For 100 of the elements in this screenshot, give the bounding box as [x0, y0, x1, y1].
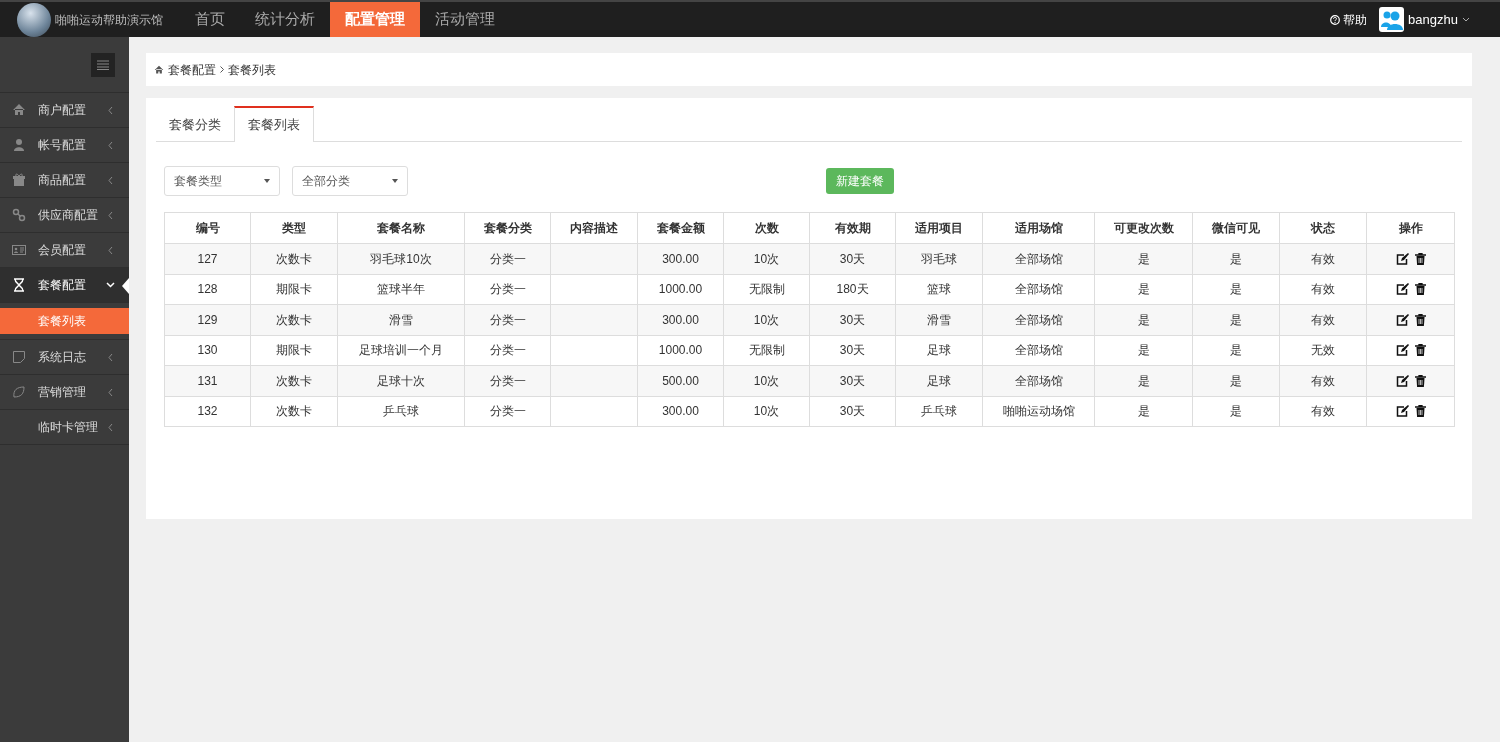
- filter-dropdown[interactable]: 套餐类型: [164, 166, 280, 196]
- table-cell: 无限制: [723, 274, 810, 305]
- site-name: 啪啪运动帮助演示馆: [55, 11, 163, 29]
- delete-button[interactable]: [1414, 374, 1426, 387]
- table-cell: 是: [1094, 335, 1193, 366]
- table-cell: 分类一: [464, 396, 551, 427]
- table-cell: 10次: [723, 304, 810, 335]
- column-header: 次数: [723, 212, 810, 244]
- table-cell: 是: [1094, 243, 1193, 274]
- filter-dropdown[interactable]: 全部分类: [292, 166, 408, 196]
- edit-icon: [1395, 283, 1409, 296]
- trash-icon: [1414, 313, 1426, 326]
- table-cell: 有效: [1279, 304, 1367, 335]
- sidebar-item[interactable]: 商品配置: [0, 163, 129, 198]
- link-icon: [12, 208, 26, 222]
- chevron-left-icon: [108, 352, 113, 362]
- table-cell: 足球: [895, 335, 983, 366]
- table-cell: 是: [1094, 304, 1193, 335]
- table-cell: 全部场馆: [982, 304, 1095, 335]
- sidebar-item[interactable]: 商户配置: [0, 93, 129, 128]
- user-icon: [12, 138, 26, 152]
- column-header: 可更改次数: [1094, 212, 1193, 244]
- table-cell: 期限卡: [250, 335, 338, 366]
- table-cell: 羽毛球10次: [337, 243, 465, 274]
- edit-button[interactable]: [1395, 405, 1409, 418]
- delete-button[interactable]: [1414, 344, 1426, 357]
- table-cell: 乒乓球: [337, 396, 465, 427]
- pointer-notch-icon: [122, 278, 129, 294]
- table-cell: 次数卡: [250, 365, 338, 396]
- sidebar-item[interactable]: 营销管理: [0, 375, 129, 410]
- table-cell: 滑雪: [337, 304, 465, 335]
- help-link[interactable]: 帮助: [1330, 2, 1368, 37]
- nav-tab[interactable]: 活动管理: [420, 2, 510, 37]
- edit-button[interactable]: [1395, 252, 1409, 265]
- menu-toggle-button[interactable]: [91, 52, 115, 77]
- delete-button[interactable]: [1414, 313, 1426, 326]
- table-cell: 羽毛球: [895, 243, 983, 274]
- table-cell: 足球十次: [337, 365, 465, 396]
- column-header: 套餐金额: [637, 212, 724, 244]
- table-cell: 129: [164, 304, 251, 335]
- edit-button[interactable]: [1395, 344, 1409, 357]
- table-cell: 篮球半年: [337, 274, 465, 305]
- table-cell: 是: [1094, 365, 1193, 396]
- chevron-left-icon: [108, 387, 113, 397]
- breadcrumb-link[interactable]: 套餐配置: [168, 60, 216, 79]
- chevron-right-icon: [220, 66, 224, 73]
- edit-icon: [1395, 374, 1409, 387]
- sidebar-item[interactable]: 临时卡管理: [0, 410, 129, 445]
- table-cell: 30天: [809, 243, 896, 274]
- table-cell: 30天: [809, 396, 896, 427]
- sidebar-item[interactable]: 套餐配置: [0, 268, 129, 303]
- table-cell: 有效: [1279, 396, 1367, 427]
- column-header: 类型: [250, 212, 338, 244]
- table-cell: 300.00: [637, 304, 724, 335]
- table-cell: 是: [1192, 396, 1280, 427]
- table-cell: 30天: [809, 304, 896, 335]
- table-cell: 啪啪运动场馆: [982, 396, 1095, 427]
- user-menu[interactable]: bangzhu: [1379, 2, 1470, 37]
- leaf-icon: [12, 385, 26, 399]
- column-header: 套餐分类: [464, 212, 551, 244]
- table-cell: 10次: [723, 243, 810, 274]
- help-icon: [1330, 14, 1341, 25]
- delete-button[interactable]: [1414, 252, 1426, 265]
- table-cell: 分类一: [464, 335, 551, 366]
- edit-button[interactable]: [1395, 374, 1409, 387]
- trash-icon: [1414, 283, 1426, 296]
- sidebar-item[interactable]: 系统日志: [0, 340, 129, 375]
- chevron-left-icon: [108, 210, 113, 220]
- table-cell: 次数卡: [250, 243, 338, 274]
- edit-button[interactable]: [1395, 283, 1409, 296]
- logo-icon: [17, 2, 51, 37]
- table-cell: 全部场馆: [982, 365, 1095, 396]
- trash-icon: [1414, 344, 1426, 357]
- table-cell: 分类一: [464, 274, 551, 305]
- tab[interactable]: 套餐列表: [234, 106, 314, 142]
- table-cell: 500.00: [637, 365, 724, 396]
- trash-icon: [1414, 252, 1426, 265]
- sidebar-item[interactable]: 帐号配置: [0, 128, 129, 163]
- table-cell: 130: [164, 335, 251, 366]
- table-cell: 131: [164, 365, 251, 396]
- nav-tab[interactable]: 统计分析: [240, 2, 330, 37]
- edit-button[interactable]: [1395, 313, 1409, 326]
- edit-icon: [1395, 405, 1409, 418]
- table-cell: 篮球: [895, 274, 983, 305]
- table-cell: 全部场馆: [982, 335, 1095, 366]
- nav-tab[interactable]: 首页: [180, 2, 240, 37]
- table-cell: 10次: [723, 365, 810, 396]
- table-cell: 127: [164, 243, 251, 274]
- column-header: 套餐名称: [337, 212, 465, 244]
- delete-button[interactable]: [1414, 405, 1426, 418]
- column-header: 适用场馆: [982, 212, 1095, 244]
- sidebar-item[interactable]: 供应商配置: [0, 198, 129, 233]
- delete-button[interactable]: [1414, 283, 1426, 296]
- id-card-icon: [12, 243, 26, 257]
- tab[interactable]: 套餐分类: [156, 106, 234, 141]
- table-cell: 1000.00: [637, 274, 724, 305]
- table-cell: 10次: [723, 396, 810, 427]
- breadcrumb-link[interactable]: 套餐列表: [228, 60, 276, 79]
- home-icon: [12, 103, 26, 117]
- table-cell: 是: [1192, 365, 1280, 396]
